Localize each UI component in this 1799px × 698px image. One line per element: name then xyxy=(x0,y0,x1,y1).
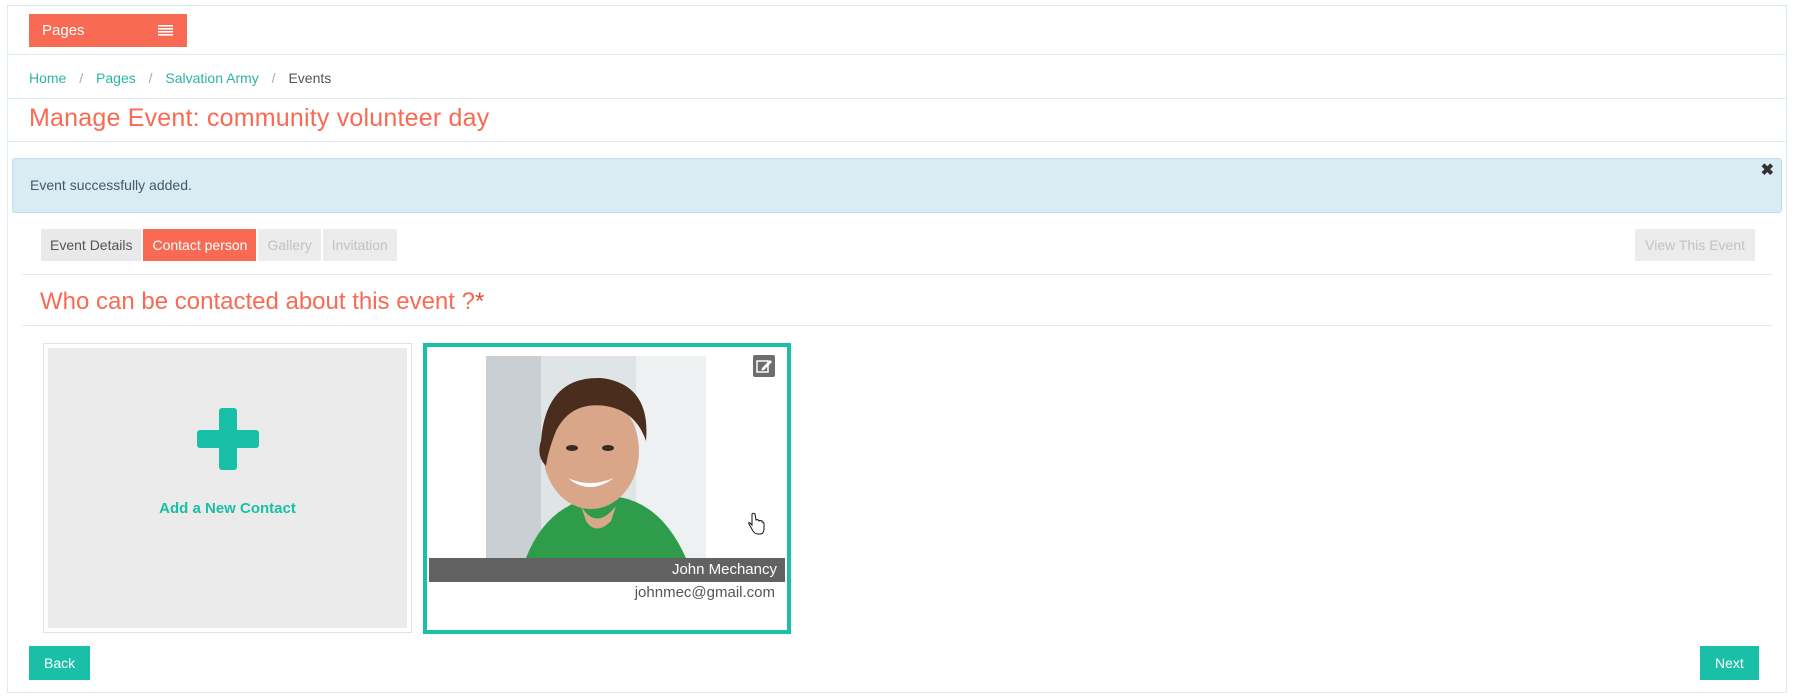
tab-invitation[interactable]: Invitation xyxy=(322,229,397,261)
add-contact-card[interactable]: Add a New Contact xyxy=(43,343,412,633)
section-title-text: Who can be contacted about this event ? xyxy=(40,288,475,315)
hamburger-icon xyxy=(158,25,173,36)
divider xyxy=(7,141,1787,142)
contact-email: johnmec@gmail.com xyxy=(634,584,775,601)
edit-icon[interactable] xyxy=(753,355,775,377)
section-title: Who can be contacted about this event ?* xyxy=(40,288,484,316)
breadcrumb: Home / Pages / Salvation Army / Events xyxy=(29,58,331,98)
view-event-button[interactable]: View This Event xyxy=(1635,229,1755,261)
contact-card[interactable]: John Mechancy johnmec@gmail.com xyxy=(423,343,791,634)
breadcrumb-pages[interactable]: Pages xyxy=(96,70,136,86)
success-alert: Event successfully added. ✖ xyxy=(12,158,1782,213)
divider xyxy=(7,98,1787,99)
close-icon[interactable]: ✖ xyxy=(1761,163,1774,179)
tab-gallery[interactable]: Gallery xyxy=(258,229,321,261)
pages-menu-button[interactable]: Pages xyxy=(29,14,187,47)
breadcrumb-home[interactable]: Home xyxy=(29,70,66,86)
back-button[interactable]: Back xyxy=(29,646,91,680)
pages-menu-label: Pages xyxy=(42,22,85,39)
alert-message: Event successfully added. xyxy=(30,177,192,193)
breadcrumb-separator: / xyxy=(148,70,153,86)
breadcrumb-separator: / xyxy=(79,70,84,86)
required-mark: * xyxy=(474,288,485,315)
contact-name: John Mechancy xyxy=(429,558,785,582)
divider xyxy=(22,325,1772,326)
add-contact-label: Add a New Contact xyxy=(159,500,296,517)
add-contact-area: Add a New Contact xyxy=(48,348,407,628)
event-tabs: Event Details Contact person Gallery Inv… xyxy=(41,229,397,261)
divider xyxy=(22,274,1772,275)
tab-event-details[interactable]: Event Details xyxy=(41,229,142,261)
contact-photo xyxy=(486,356,706,558)
breadcrumb-current: Events xyxy=(288,70,332,86)
breadcrumb-salvation-army[interactable]: Salvation Army xyxy=(165,70,258,86)
breadcrumb-separator: / xyxy=(271,70,276,86)
page-title: Manage Event: community volunteer day xyxy=(29,104,490,132)
plus-icon xyxy=(197,408,259,470)
top-bar: Pages xyxy=(7,5,1787,55)
next-button[interactable]: Next xyxy=(1700,646,1759,680)
tab-contact-person[interactable]: Contact person xyxy=(143,229,257,261)
hand-cursor-icon xyxy=(748,512,765,535)
